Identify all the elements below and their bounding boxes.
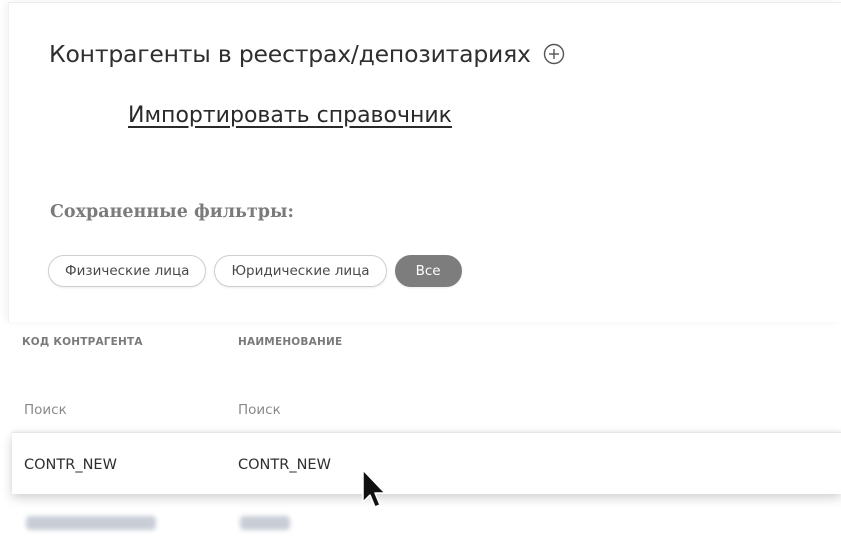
blurred-row-name [240,516,290,530]
search-input-code[interactable] [24,398,204,422]
cell-name: CONTR_NEW [238,457,331,473]
search-input-name[interactable] [238,398,438,422]
plus-circle-icon[interactable] [543,43,565,65]
mouse-pointer-icon [362,469,386,508]
column-header-code[interactable]: КОД КОНТРАГЕНТА [22,336,143,348]
saved-filters-chips: Физические лица Юридические лица Все [48,255,462,287]
blurred-row-code [26,516,156,530]
table-row[interactable] [12,432,841,494]
page-header: Контрагенты в реестрах/депозитариях [49,40,565,68]
cell-code: CONTR_NEW [24,457,117,473]
saved-filters-label: Сохраненные фильтры: [50,202,295,222]
filter-chip-individuals[interactable]: Физические лица [48,255,207,287]
filter-chip-legal-entities[interactable]: Юридические лица [214,255,387,287]
filter-chip-all[interactable]: Все [394,255,462,287]
import-directory-link[interactable]: Импортировать справочник [128,103,452,128]
page-title: Контрагенты в реестрах/депозитариях [49,40,531,68]
column-header-name[interactable]: НАИМЕНОВАНИЕ [238,336,342,348]
